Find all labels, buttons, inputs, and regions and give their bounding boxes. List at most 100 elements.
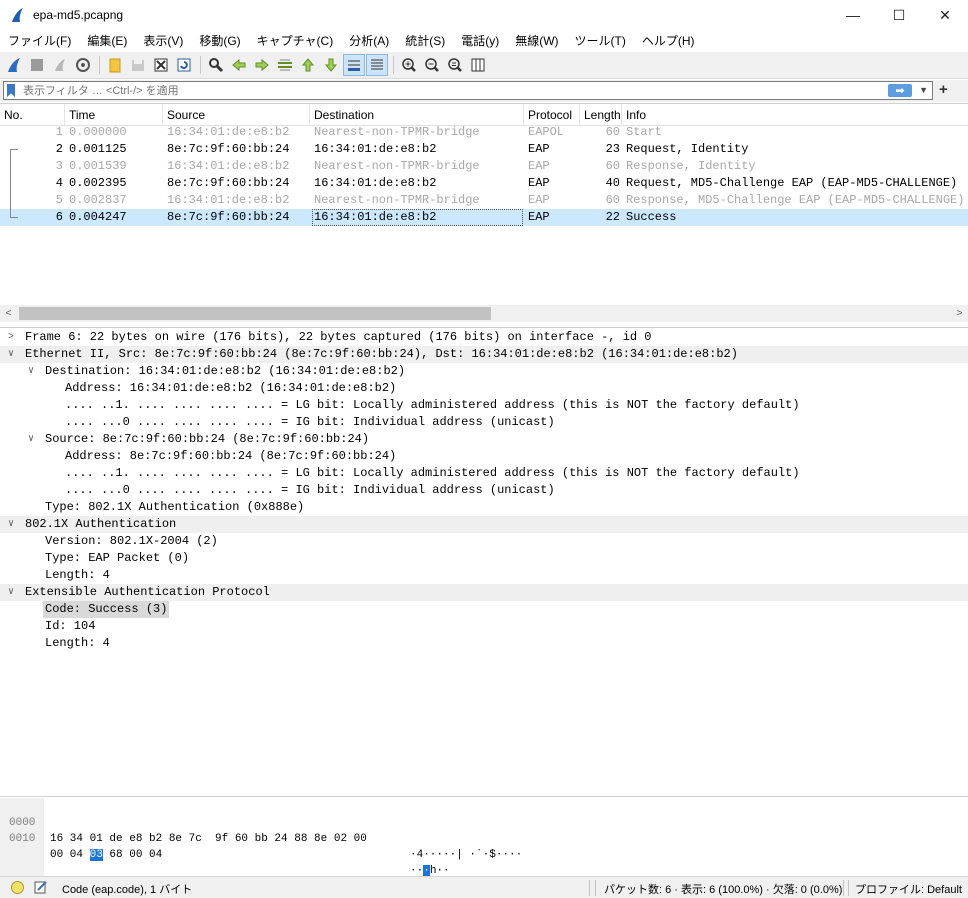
menu-view[interactable]: 表示(V) bbox=[135, 30, 191, 52]
menu-edit[interactable]: 編集(E) bbox=[79, 30, 135, 52]
chevron-down-icon[interactable]: ∨ bbox=[8, 516, 14, 533]
tree-item-field[interactable]: .... ...0 .... .... .... .... = IG bit: … bbox=[0, 414, 968, 431]
packet-destination: 16:34:01:de:e8:b2 bbox=[314, 176, 437, 190]
tree-item-field[interactable]: Id: 104 bbox=[0, 618, 968, 635]
zoom-in-button[interactable] bbox=[398, 54, 420, 76]
save-file-button[interactable] bbox=[127, 54, 149, 76]
find-packet-button[interactable] bbox=[205, 54, 227, 76]
tree-item-label: Address: 8e:7c:9f:60:bb:24 (8e:7c:9f:60:… bbox=[65, 449, 397, 463]
zoom-out-button[interactable] bbox=[421, 54, 443, 76]
maximize-button[interactable]: ☐ bbox=[876, 0, 922, 30]
colorize-icon bbox=[371, 59, 383, 70]
tree-item-field[interactable]: .... ...0 .... .... .... .... = IG bit: … bbox=[0, 482, 968, 499]
bookmark-icon[interactable] bbox=[7, 84, 15, 97]
ascii-bytes[interactable]: ·4·····| ·`·$···· bbox=[410, 847, 522, 863]
reload-icon bbox=[177, 58, 191, 72]
chevron-right-icon[interactable]: > bbox=[8, 329, 14, 346]
column-header-protocol[interactable]: Protocol bbox=[524, 104, 580, 126]
chevron-down-icon[interactable]: ∨ bbox=[8, 584, 14, 601]
open-file-button[interactable] bbox=[104, 54, 126, 76]
menu-analyze[interactable]: 分析(A) bbox=[341, 30, 397, 52]
tree-item-8021x[interactable]: ∨ 802.1X Authentication bbox=[0, 516, 968, 533]
go-forward-button[interactable] bbox=[251, 54, 273, 76]
tree-item-field[interactable]: .... ..1. .... .... .... .... = LG bit: … bbox=[0, 397, 968, 414]
minimize-button[interactable]: — bbox=[830, 0, 876, 30]
packet-protocol: EAP bbox=[528, 193, 550, 207]
hex-bytes[interactable]: 00 04 03 68 00 04 bbox=[50, 847, 162, 863]
go-back-button[interactable] bbox=[228, 54, 250, 76]
tree-item-field[interactable]: Length: 4 bbox=[0, 567, 968, 584]
tree-item-source[interactable]: ∨ Source: 8e:7c:9f:60:bb:24 (8e:7c:9f:60… bbox=[0, 431, 968, 448]
menu-tools[interactable]: ツール(T) bbox=[567, 30, 634, 52]
scroll-left-icon[interactable]: < bbox=[0, 305, 17, 322]
tree-item-field-selected[interactable]: Code: Success (3) bbox=[0, 601, 968, 618]
expert-info-icon[interactable] bbox=[11, 881, 24, 894]
column-header-source[interactable]: Source bbox=[163, 104, 310, 126]
display-filter-input[interactable] bbox=[23, 84, 883, 97]
reload-file-button[interactable] bbox=[173, 54, 195, 76]
menu-go[interactable]: 移動(G) bbox=[191, 30, 248, 52]
start-capture-button[interactable] bbox=[3, 54, 25, 76]
tree-item-label: Extensible Authentication Protocol bbox=[25, 585, 270, 599]
go-last-button[interactable] bbox=[320, 54, 342, 76]
column-header-destination[interactable]: Destination bbox=[310, 104, 524, 126]
packet-list-hscrollbar[interactable]: < > bbox=[0, 305, 968, 322]
tree-item-field[interactable]: Type: EAP Packet (0) bbox=[0, 550, 968, 567]
packet-row[interactable]: 1 0.000000 16:34:01:de:e8:b2 Nearest-non… bbox=[0, 124, 968, 141]
filter-history-dropdown[interactable]: ▼ bbox=[919, 85, 928, 95]
tree-item-frame[interactable]: > Frame 6: 22 bytes on wire (176 bits), … bbox=[0, 329, 968, 346]
packet-row[interactable]: 5 0.002837 16:34:01:de:e8:b2 Nearest-non… bbox=[0, 192, 968, 209]
tree-item-field[interactable]: Type: 802.1X Authentication (0x888e) bbox=[0, 499, 968, 516]
close-file-button[interactable] bbox=[150, 54, 172, 76]
packet-info: Start bbox=[626, 125, 663, 139]
tree-item-destination[interactable]: ∨ Destination: 16:34:01:de:e8:b2 (16:34:… bbox=[0, 363, 968, 380]
tree-item-field[interactable]: Address: 8e:7c:9f:60:bb:24 (8e:7c:9f:60:… bbox=[0, 448, 968, 465]
minimize-icon: — bbox=[846, 7, 860, 23]
normal-size-button[interactable] bbox=[444, 54, 466, 76]
packet-row[interactable]: 3 0.001539 16:34:01:de:e8:b2 Nearest-non… bbox=[0, 158, 968, 175]
go-to-packet-icon bbox=[278, 59, 292, 71]
tree-item-field[interactable]: Address: 16:34:01:de:e8:b2 (16:34:01:de:… bbox=[0, 380, 968, 397]
tree-item-label: Code: Success (3) bbox=[43, 601, 170, 618]
restart-capture-button[interactable] bbox=[49, 54, 71, 76]
column-header-time[interactable]: Time bbox=[65, 104, 163, 126]
apply-filter-button[interactable]: ➡ bbox=[888, 84, 912, 97]
tree-item-label: Destination: 16:34:01:de:e8:b2 (16:34:01… bbox=[45, 364, 406, 378]
colorize-button[interactable] bbox=[366, 54, 388, 76]
menu-capture[interactable]: キャプチャ(C) bbox=[249, 30, 342, 52]
tree-item-field[interactable]: Length: 4 bbox=[0, 635, 968, 652]
status-profile[interactable]: プロファイル: Default bbox=[855, 881, 962, 897]
chevron-down-icon[interactable]: ∨ bbox=[28, 363, 34, 380]
packet-row-selected[interactable]: 6 0.004247 8e:7c:9f:60:bb:24 16:34:01:de… bbox=[0, 209, 968, 226]
tree-item-eap[interactable]: ∨ Extensible Authentication Protocol bbox=[0, 584, 968, 601]
packet-row[interactable]: 2 0.001125 8e:7c:9f:60:bb:24 16:34:01:de… bbox=[0, 141, 968, 158]
scroll-right-icon[interactable]: > bbox=[951, 305, 968, 322]
hex-bytes[interactable]: 16 34 01 de e8 b2 8e 7c 9f 60 bb 24 88 8… bbox=[50, 831, 367, 847]
menu-file[interactable]: ファイル(F) bbox=[0, 30, 79, 52]
autoscroll-button[interactable] bbox=[343, 54, 365, 76]
packet-row[interactable]: 4 0.002395 8e:7c:9f:60:bb:24 16:34:01:de… bbox=[0, 175, 968, 192]
capture-comment-icon[interactable] bbox=[34, 880, 48, 894]
menu-telephony[interactable]: 電話(y) bbox=[453, 30, 507, 52]
packet-source: 8e:7c:9f:60:bb:24 bbox=[167, 210, 290, 224]
tree-item-ethernet[interactable]: ∨ Ethernet II, Src: 8e:7c:9f:60:bb:24 (8… bbox=[0, 346, 968, 363]
chevron-down-icon[interactable]: ∨ bbox=[8, 346, 14, 363]
tree-item-field[interactable]: Version: 802.1X-2004 (2) bbox=[0, 533, 968, 550]
scroll-thumb[interactable] bbox=[19, 307, 491, 320]
menu-wireless[interactable]: 無線(W) bbox=[507, 30, 566, 52]
column-header-no[interactable]: No. bbox=[0, 104, 65, 126]
close-button[interactable]: ✕ bbox=[922, 0, 968, 30]
add-filter-button[interactable]: + bbox=[939, 81, 948, 98]
resize-columns-button[interactable] bbox=[467, 54, 489, 76]
menu-statistics[interactable]: 統計(S) bbox=[397, 30, 453, 52]
capture-options-button[interactable] bbox=[72, 54, 94, 76]
go-to-packet-button[interactable] bbox=[274, 54, 296, 76]
menu-help[interactable]: ヘルプ(H) bbox=[634, 30, 703, 52]
chevron-down-icon[interactable]: ∨ bbox=[28, 431, 34, 448]
column-header-info[interactable]: Info bbox=[622, 104, 968, 126]
packet-length: 22 bbox=[605, 210, 620, 224]
column-header-length[interactable]: Length bbox=[580, 104, 622, 126]
stop-capture-button[interactable] bbox=[26, 54, 48, 76]
go-first-button[interactable] bbox=[297, 54, 319, 76]
tree-item-field[interactable]: .... ..1. .... .... .... .... = LG bit: … bbox=[0, 465, 968, 482]
